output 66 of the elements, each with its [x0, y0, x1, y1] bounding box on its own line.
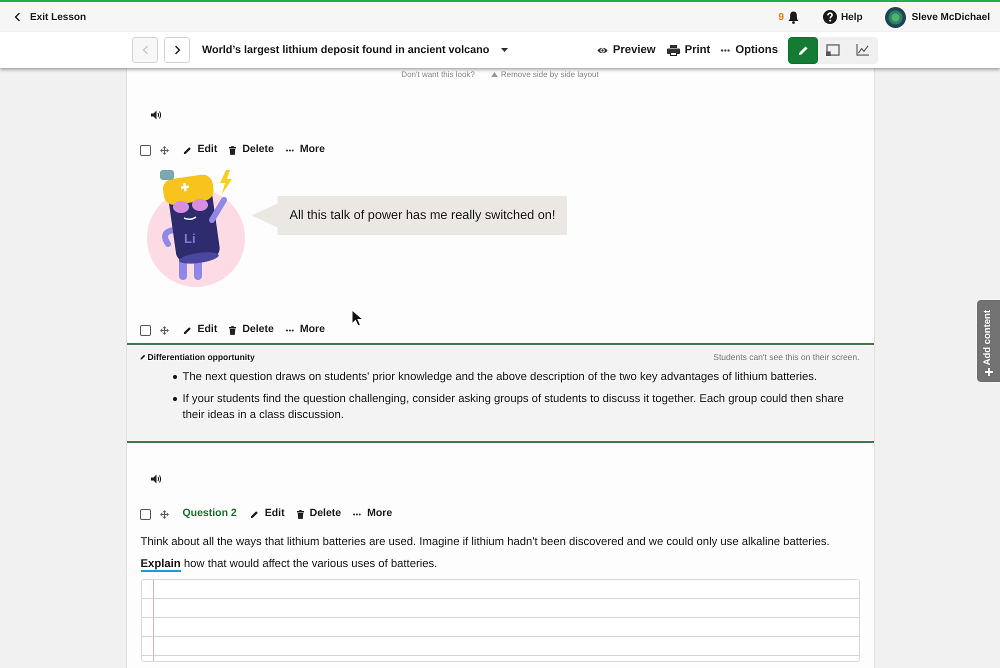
lesson-title[interactable]: World’s largest lithium deposit found in ancient volcano [202, 42, 490, 58]
trash-icon [229, 326, 236, 334]
chevron-right-icon [174, 45, 180, 55]
more-button[interactable]: More [286, 142, 325, 158]
trash-icon [229, 146, 236, 154]
edit-button[interactable]: Edit [182, 142, 218, 158]
printer-icon [666, 44, 680, 56]
eye-icon [596, 46, 608, 54]
visibility-note: Students can't see this on their screen. [713, 350, 860, 364]
more-dots-icon [353, 512, 362, 516]
move-handle-icon[interactable] [160, 326, 168, 334]
speaker-icon[interactable] [150, 110, 160, 120]
move-handle-icon[interactable] [160, 146, 168, 154]
chevron-left-icon [14, 12, 21, 22]
delete-button[interactable]: Delete [229, 142, 274, 158]
speech-bubble: All this talk of power has me really switched on! [252, 196, 568, 235]
bullet-icon [172, 375, 176, 379]
help-icon [822, 10, 837, 24]
more-button[interactable]: More [286, 322, 325, 338]
caret-down-icon[interactable] [501, 48, 508, 52]
edit-button[interactable]: Edit [182, 322, 218, 338]
trash-icon [296, 510, 304, 518]
pencil-icon [140, 354, 146, 360]
more-button[interactable]: More [353, 506, 392, 522]
bullet-icon [172, 397, 176, 401]
speaker-icon[interactable] [150, 474, 160, 484]
checkbox[interactable] [140, 508, 150, 520]
pencil-icon [182, 326, 192, 334]
bell-icon[interactable] [788, 10, 799, 24]
notification-count: 9 [778, 10, 784, 24]
more-dots-icon [286, 328, 294, 332]
exit-lesson-button[interactable]: Exit Lesson [14, 10, 86, 24]
question-label: Question 2 [182, 506, 237, 522]
note-bullet: If your students find the question challenging, consider asking groups of students to discuss it together. Each group could then share their ideas in a class discussion. [182, 392, 845, 423]
pencil-icon [798, 44, 808, 56]
delete-button[interactable]: Delete [229, 322, 274, 338]
options-button[interactable]: Options [721, 42, 778, 58]
delete-button[interactable]: Delete [296, 506, 342, 522]
add-content-button[interactable]: Add content [977, 300, 1000, 382]
user-avatar-icon[interactable] [884, 6, 906, 28]
print-button[interactable]: Print [666, 42, 710, 58]
checkbox[interactable] [140, 144, 150, 156]
pencil-icon [250, 510, 259, 518]
more-dots-icon [721, 48, 730, 52]
screen-icon [826, 44, 840, 56]
chevron-left-icon [142, 45, 148, 55]
layout-prompt: Don't want this look? [401, 68, 475, 80]
line-chart-icon [856, 44, 870, 56]
preview-button[interactable]: Preview [596, 42, 656, 58]
triangle-icon [490, 72, 498, 77]
next-button[interactable] [164, 37, 190, 63]
help-button[interactable]: Help [822, 10, 863, 24]
more-dots-icon [286, 148, 294, 152]
note-title: Differentiation opportunity [148, 350, 255, 364]
move-handle-icon[interactable] [160, 510, 168, 518]
edit-button[interactable]: Edit [250, 506, 285, 522]
plus-icon [984, 368, 992, 376]
mouse-pointer-icon [350, 309, 364, 327]
user-name[interactable]: Sleve McDichael [912, 10, 990, 24]
checkbox[interactable] [140, 324, 150, 336]
pencil-icon [182, 146, 192, 154]
mascot-label: Li [184, 231, 196, 246]
question-text: Explain how that would affect the various uses of batteries. [140, 557, 438, 572]
note-bullet: The next question draws on students' prior knowledge and the above description of the two key advantages of lithium batteries. [182, 370, 818, 385]
question-text: Think about all the ways that lithium batteries are used. Imagine if lithium hadn't been discovered and we could only use alkaline batteries. [140, 535, 831, 550]
edit-mode-button[interactable] [788, 36, 818, 64]
